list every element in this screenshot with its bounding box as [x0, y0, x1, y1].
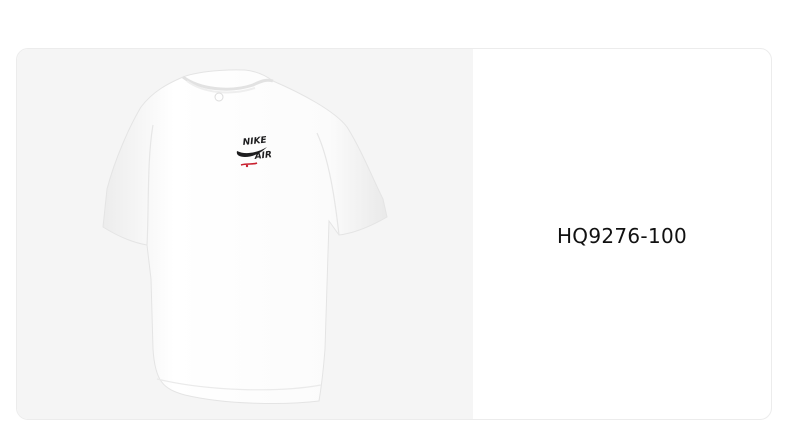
product-card[interactable]: NIKE AIR HQ9276-100 — [16, 48, 772, 420]
product-sku: HQ9276-100 — [556, 224, 688, 248]
svg-text:AIR: AIR — [253, 150, 272, 162]
product-info: HQ9276-100 — [473, 49, 771, 419]
product-image[interactable]: NIKE AIR — [17, 49, 473, 419]
tshirt-image: NIKE AIR — [102, 69, 388, 404]
